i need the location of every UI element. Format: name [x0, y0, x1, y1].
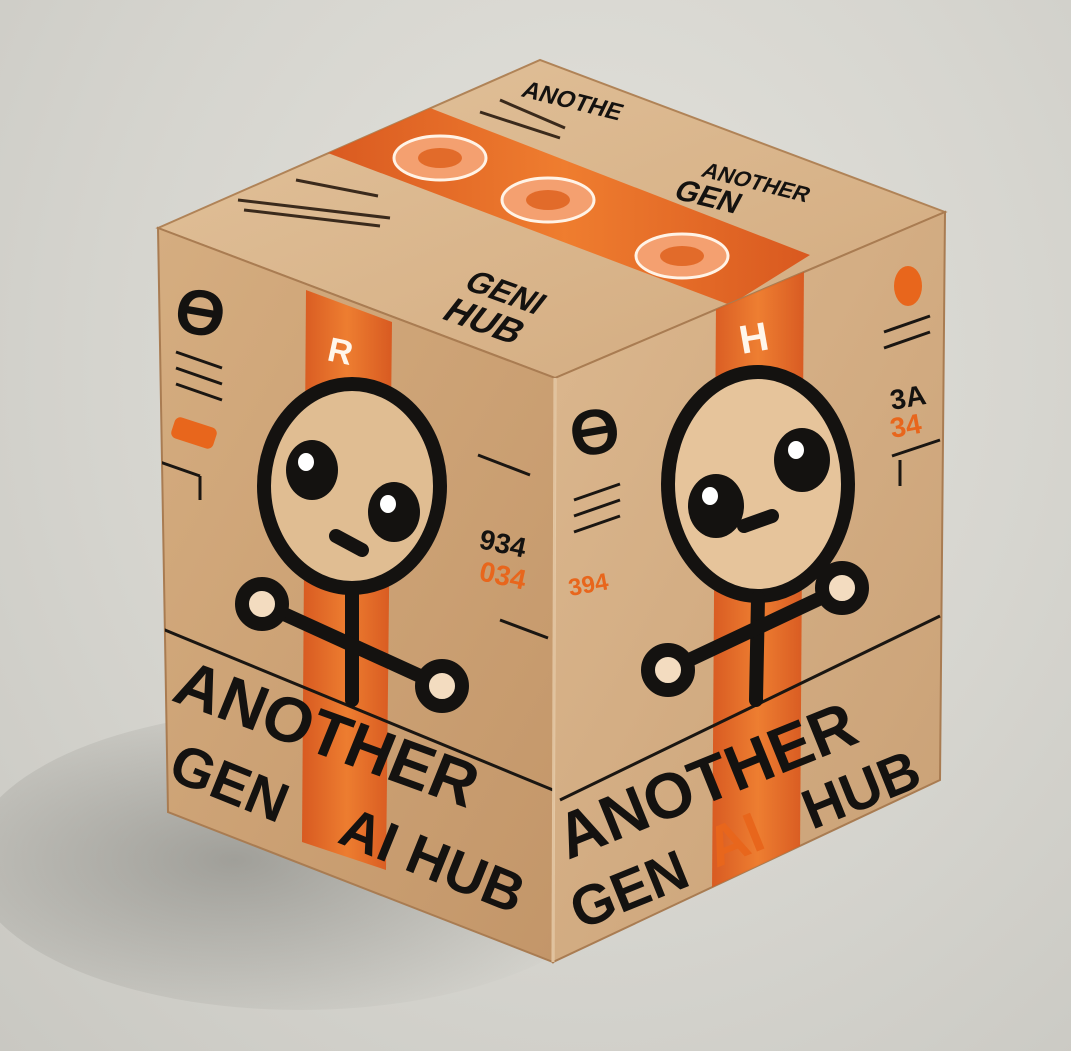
- right-number-2: 34: [888, 408, 924, 444]
- tape-circle-icon: [500, 176, 596, 224]
- right-orange-dot: [894, 266, 922, 306]
- tape-circle-icon: [392, 134, 488, 182]
- product-box-scene: ANOTHE ANOTHER GEN GENI HUB R ϴ 934 034 …: [0, 58, 948, 1010]
- tape-circle-icon: [634, 232, 730, 280]
- box-front-edge: [551, 377, 557, 963]
